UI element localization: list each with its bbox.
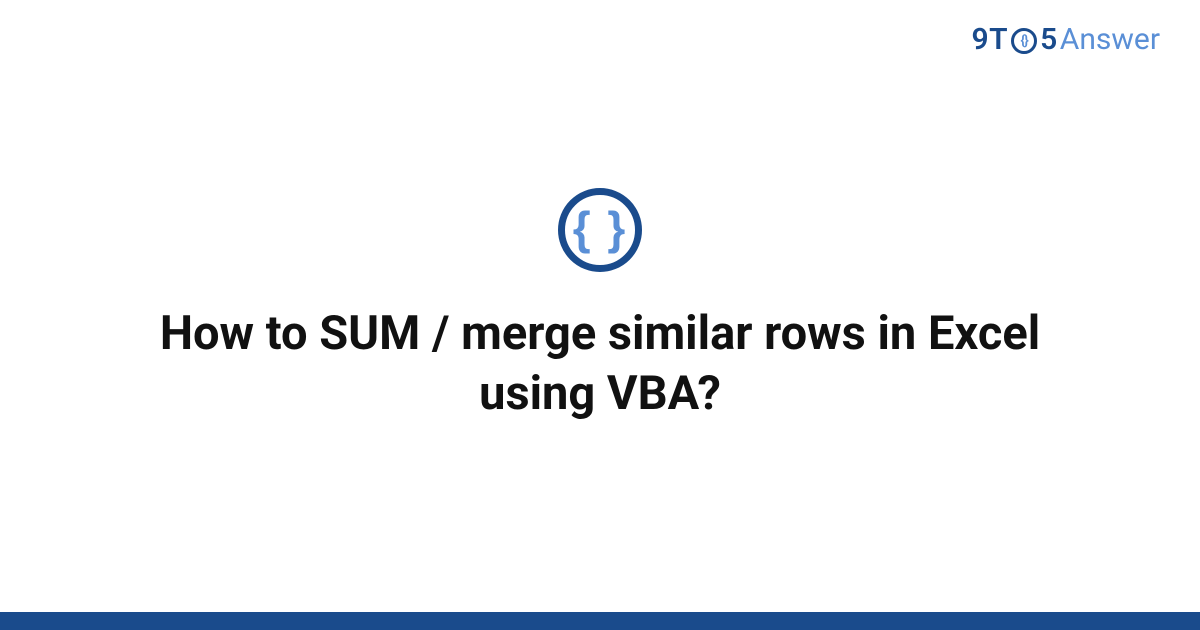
braces-glyph: { } bbox=[573, 205, 628, 251]
hero-section: { } How to SUM / merge similar rows in E… bbox=[0, 0, 1200, 612]
page-title: How to SUM / merge similar rows in Excel… bbox=[120, 304, 1080, 424]
footer-accent-bar bbox=[0, 612, 1200, 630]
braces-icon: { } bbox=[558, 188, 642, 272]
